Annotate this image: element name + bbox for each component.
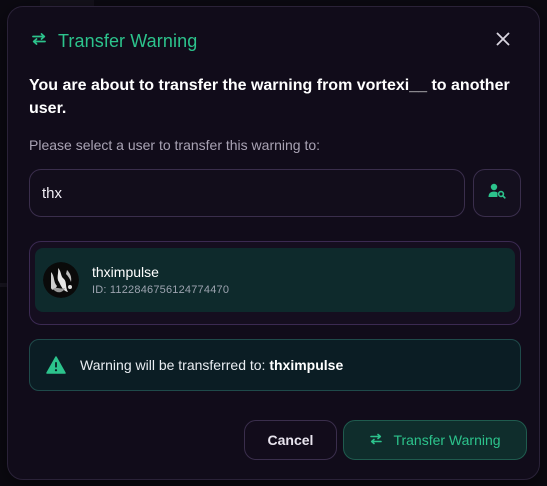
result-username: thximpulse	[92, 264, 159, 280]
alert-message: Warning will be transferred to:	[80, 357, 266, 373]
user-search-input[interactable]	[29, 169, 465, 217]
dialog-title: Transfer Warning	[58, 30, 198, 51]
user-id-value: 1122846756124774470	[109, 284, 230, 296]
close-button[interactable]	[491, 29, 515, 53]
dialog-header: Transfer Warning	[30, 29, 197, 53]
dialog-description: You are about to transfer the warning fr…	[29, 74, 519, 120]
result-user-id: ID: 1122846756124774470	[92, 284, 229, 296]
transfer-warning-dialog: Transfer Warning You are about to transf…	[7, 6, 540, 480]
user-result-item[interactable]: thximpulse ID: 1122846756124774470	[35, 248, 515, 312]
user-meta: thximpulse ID: 1122846756124774470	[92, 264, 229, 296]
transfer-target-alert: Warning will be transferred to: thximpul…	[29, 339, 521, 391]
user-id-label: ID:	[92, 284, 107, 296]
source-username: vortexi__	[356, 77, 428, 94]
user-avatar	[43, 262, 79, 298]
transfer-arrows-icon	[30, 30, 48, 53]
warning-triangle-icon	[46, 355, 66, 375]
transfer-warning-button[interactable]: Transfer Warning	[343, 420, 527, 460]
transfer-arrows-icon	[369, 432, 383, 449]
user-search-icon	[488, 183, 506, 204]
close-icon	[496, 32, 510, 51]
transfer-warning-label: Transfer Warning	[393, 432, 501, 448]
description-prefix: You are about to transfer the warning fr…	[29, 77, 353, 94]
select-user-prompt: Please select a user to transfer this wa…	[29, 137, 321, 153]
user-search-button[interactable]	[473, 169, 521, 217]
alert-target-username: thximpulse	[269, 357, 344, 373]
alert-text: Warning will be transferred to: thximpul…	[80, 357, 343, 373]
cancel-button[interactable]: Cancel	[244, 420, 337, 460]
user-results-list: thximpulse ID: 1122846756124774470	[29, 241, 521, 325]
